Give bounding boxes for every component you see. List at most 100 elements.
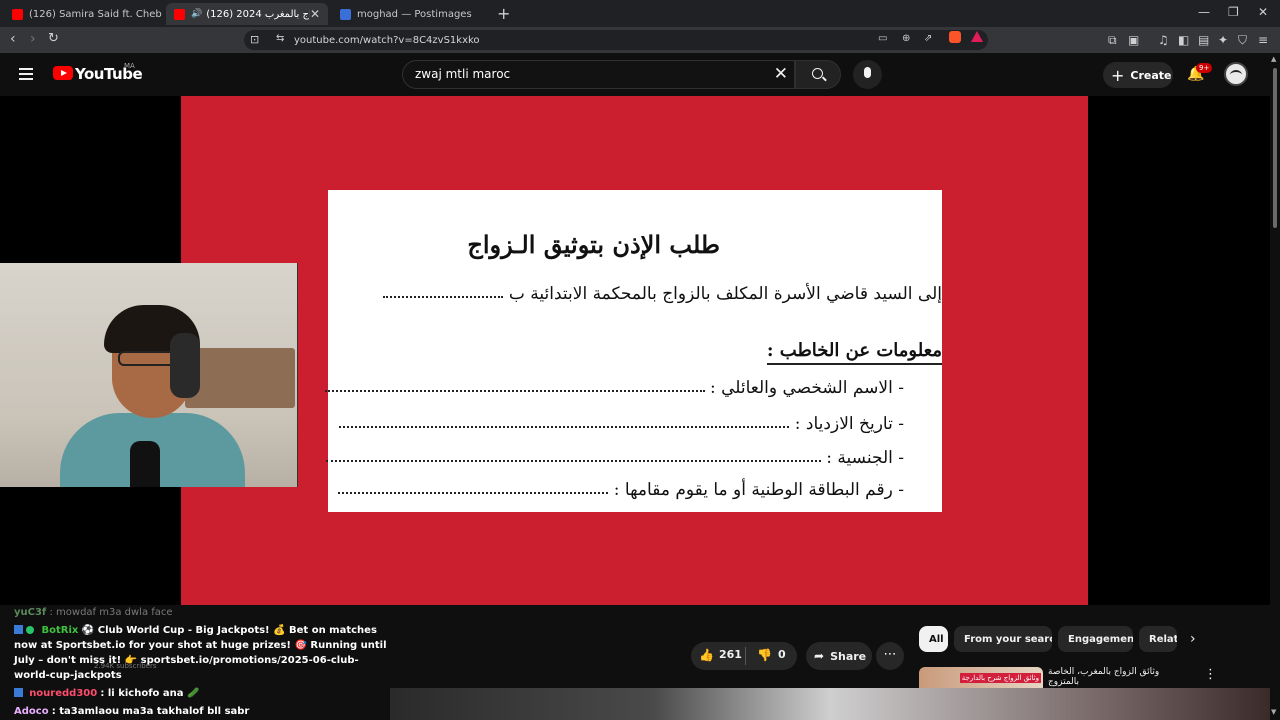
create-button[interactable]: + Create [1103, 62, 1173, 88]
document-field: - الجنسية : [325, 448, 904, 468]
document-field-text: - رقم البطاقة الوطنية أو ما يقوم مقامها … [613, 480, 904, 500]
minimize-icon[interactable]: — [1198, 5, 1210, 19]
extensions-icon[interactable]: ⧉ [1108, 33, 1117, 48]
leo-ai-icon[interactable]: ✦ [1218, 33, 1228, 47]
bookmark-icon[interactable]: ⊡ [250, 33, 259, 46]
document-line-text: إلى السيد قاضي الأسرة المكلف بالزواج بال… [508, 284, 942, 304]
video-player[interactable]: طلب الإذن بتوثيق الـزواج إلى السيد قاضي … [0, 96, 1270, 605]
site-info-icon[interactable]: ⇆ [276, 33, 284, 44]
close-window-icon[interactable]: ✕ [1258, 5, 1268, 19]
chat-message: BotRix ⚽ Club World Cup - Big Jackpots! … [14, 623, 394, 683]
related-video-title[interactable]: وثائق الزواج بالمغرب، الخاصة بالمتزوج [1048, 667, 1188, 687]
background-video-strip [390, 688, 1270, 720]
document-field: - تاريخ الازدياد : [339, 414, 904, 434]
chat-overlay: yuC3f : mowdaf m3a dwla face BotRix ⚽ Cl… [14, 605, 394, 719]
screenshot-icon[interactable]: ▣ [1128, 33, 1139, 47]
document-line: إلى السيد قاضي الأسرة المكلف بالزواج بال… [383, 284, 942, 304]
voice-search-icon[interactable] [853, 60, 882, 89]
vpn-icon[interactable]: ⛉ [1238, 33, 1247, 48]
close-tab-icon[interactable]: ✕ [310, 7, 320, 21]
share-button[interactable]: ➦ Share [806, 642, 872, 670]
dotted-line [339, 422, 790, 428]
menu-icon[interactable]: ≡ [1258, 33, 1268, 47]
speaker-icon[interactable]: 🔊 [191, 9, 202, 19]
chat-message: Adoco : ta3amlaou ma3a takhalof bll sabr [14, 704, 394, 719]
dislike-count[interactable]: 0 [778, 648, 786, 661]
new-tab-icon[interactable]: + [497, 4, 510, 23]
browser-tab[interactable]: moghad — Postimages [332, 3, 492, 25]
url-field[interactable]: ⊡ ⇆ youtube.com/watch?v=8C4zvS1kxko ▭ ⊕ … [244, 30, 988, 50]
chat-message: nouredd300 : li kichofo ana 🥒 [14, 686, 394, 701]
video-slide: طلب الإذن بتوثيق الـزواج إلى السيد قاضي … [181, 96, 1088, 605]
cast-icon[interactable]: ▭ [878, 33, 887, 44]
document-field-text: - تاريخ الازدياد : [794, 414, 904, 434]
clear-search-icon[interactable]: ✕ [774, 64, 788, 84]
filter-chip-engagement[interactable]: Engagement [1058, 626, 1133, 652]
scroll-up-icon[interactable]: ▲ [1271, 55, 1276, 63]
hamburger-menu-icon[interactable] [19, 68, 33, 83]
filter-chip-all[interactable]: All [919, 626, 948, 652]
filter-chip-from-search[interactable]: From your search [954, 626, 1052, 652]
share-label: Share [830, 649, 867, 663]
avatar[interactable] [1224, 62, 1248, 86]
maximize-icon[interactable]: ❐ [1228, 5, 1239, 19]
chat-username: yuC3f [14, 607, 47, 618]
reload-icon[interactable]: ↻ [48, 31, 59, 46]
search-input[interactable]: zwaj mtli maroc ✕ [402, 60, 795, 89]
media-icon[interactable]: ♫ [1158, 33, 1169, 47]
dotted-line [338, 488, 609, 494]
chat-text: : mowdaf m3a dwla face [49, 607, 173, 618]
document-section-heading: معلومات عن الخاطب : [766, 340, 942, 365]
create-label: Create [1130, 68, 1172, 82]
notification-badge: 9+ [1196, 63, 1213, 73]
document-field-text: - الجنسية : [826, 448, 904, 468]
forward-icon[interactable]: › [30, 31, 36, 47]
tab-title: moghad — Postimages [357, 8, 472, 20]
brave-rewards-icon[interactable] [971, 31, 983, 42]
youtube-logo-icon[interactable] [53, 66, 73, 80]
dislike-icon[interactable]: 👎 [757, 648, 772, 662]
url-text[interactable]: youtube.com/watch?v=8C4zvS1kxko [294, 35, 480, 46]
postimages-favicon-icon [340, 8, 351, 20]
headset-icon [170, 333, 200, 398]
tab-title: (126) Samira Said ft. Cheb Mami - Yo [29, 8, 164, 20]
subscriber-count: 2.94K subscribers [94, 662, 157, 670]
search-button[interactable] [795, 60, 841, 89]
microphone-icon [130, 441, 160, 487]
chat-username: nouredd300 [29, 688, 98, 699]
wallet-icon[interactable]: ▤ [1198, 33, 1209, 47]
browser-tab-active[interactable]: 🔊 (126) وثائق الزواج بالمغرب 2024 ✕ [166, 3, 328, 25]
youtube-favicon-icon [174, 8, 185, 20]
brave-shields-icon[interactable] [949, 31, 961, 43]
chat-username: BotRix [41, 625, 79, 636]
verified-badge-icon [26, 626, 34, 634]
zoom-icon[interactable]: ⊕ [902, 33, 910, 44]
dotted-line [324, 386, 705, 392]
youtube-header: YouTube MA zwaj mtli maroc ✕ + Create 🔔 … [0, 53, 1280, 96]
like-count[interactable]: 261 [719, 648, 742, 661]
browser-tab[interactable]: (126) Samira Said ft. Cheb Mami - Yo [4, 3, 164, 25]
kebab-menu-icon[interactable]: ⋮ [1204, 667, 1217, 682]
streamer-webcam [0, 263, 298, 487]
sidebar-icon[interactable]: ◧ [1178, 33, 1189, 47]
browser-tab-bar: (126) Samira Said ft. Cheb Mami - Yo 🔊 (… [0, 0, 1280, 27]
document-field-text: - الاسم الشخصي والعائلي : [709, 378, 904, 398]
filter-chip-related[interactable]: Relate [1139, 626, 1177, 652]
more-actions-icon[interactable]: ⋯ [876, 642, 904, 670]
back-icon[interactable]: ‹ [10, 31, 16, 47]
scrollbar-thumb[interactable] [1273, 68, 1277, 228]
search-icon [812, 68, 823, 79]
share-page-icon[interactable]: ⇗ [924, 33, 932, 44]
like-dislike-group: 👍 261 👎 0 [691, 642, 797, 670]
plus-icon: + [1111, 65, 1125, 85]
document-field: - رقم البطاقة الوطنية أو ما يقوم مقامها … [338, 480, 904, 500]
document-image: طلب الإذن بتوثيق الـزواج إلى السيد قاضي … [324, 190, 942, 512]
twitch-badge-icon [14, 625, 23, 634]
search-query[interactable]: zwaj mtli maroc [415, 67, 510, 81]
scroll-down-icon[interactable]: ▼ [1271, 708, 1276, 716]
like-icon[interactable]: 👍 [699, 648, 714, 662]
below-video-area: yuC3f : mowdaf m3a dwla face BotRix ⚽ Cl… [0, 605, 1270, 720]
chevron-right-icon[interactable]: › [1190, 631, 1196, 647]
chat-message: yuC3f : mowdaf m3a dwla face [14, 605, 394, 620]
scrollbar[interactable]: ▲ ▼ [1270, 53, 1280, 720]
